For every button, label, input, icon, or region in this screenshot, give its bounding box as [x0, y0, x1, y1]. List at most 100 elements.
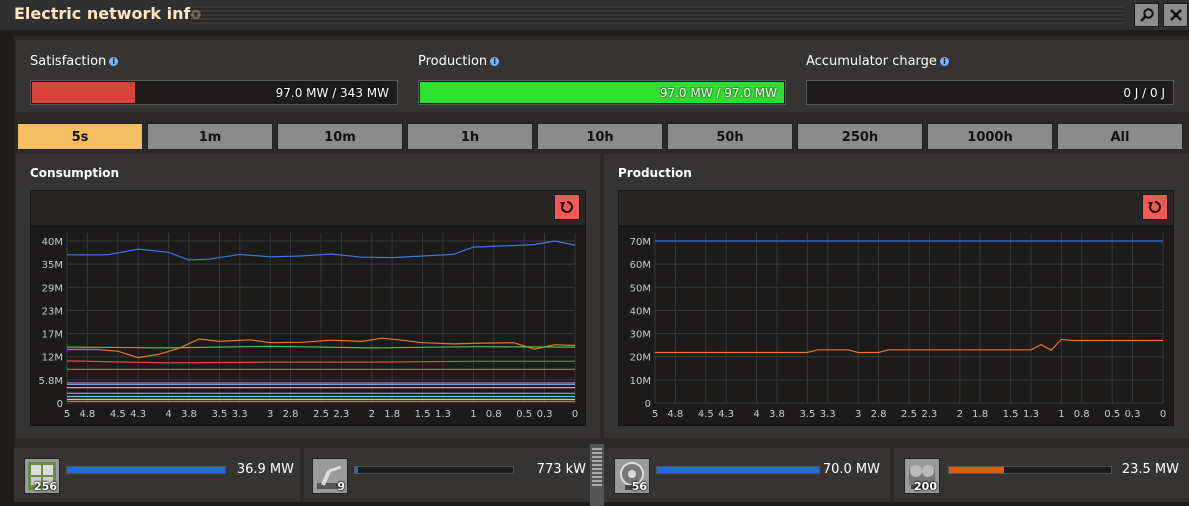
consumption-chart: 40M 35M 29M 23M 17M 12M 5.8M 0 5 4.8 4.5 4.3 4 3.8 3.5… [30, 226, 586, 426]
tab-50h[interactable]: 50h [667, 123, 793, 150]
info-icon[interactable]: i [490, 57, 500, 66]
x-tick-label: 5 [652, 409, 658, 420]
x-tick-label: 2.5 [901, 409, 917, 420]
entity-power-bar-fill [355, 467, 359, 473]
producer-row[interactable]: 56 70.0 MW [604, 448, 890, 502]
satisfaction-bar: 97.0 MW / 343 MW [30, 80, 398, 105]
entity-count: 200 [914, 480, 937, 493]
entity-power-bar [354, 466, 514, 474]
x-tick-label: 5 [64, 409, 70, 420]
x-tick-label: 1.5 [1003, 409, 1019, 420]
steam-turbine-icon: 56 [614, 458, 650, 494]
entity-count: 256 [34, 480, 57, 493]
window-title: Electric network info [14, 4, 202, 23]
y-tick-label: 23M [42, 306, 63, 317]
x-tick-label: 1 [470, 409, 476, 420]
x-tick-label: 2.3 [921, 409, 937, 420]
producer-row[interactable]: 200 23.5 MW [894, 448, 1189, 502]
info-icon[interactable]: i [939, 57, 949, 66]
x-tick-label: 2.8 [283, 409, 299, 420]
entity-power-bar [656, 466, 820, 474]
entity-power-bar [66, 466, 226, 474]
satisfaction-box: Satisfaction i 97.0 MW / 343 MW [16, 40, 406, 112]
x-tick-label: 0.8 [486, 409, 502, 420]
y-tick-label: 10M [630, 376, 651, 387]
x-tick-label: 3 [267, 409, 273, 420]
x-tick-label: 2 [957, 409, 963, 420]
tab-5s[interactable]: 5s [17, 123, 143, 150]
x-tick-label: 0.5 [516, 409, 532, 420]
y-tick-label: 30M [630, 330, 651, 341]
electric-furnace-icon: 256 [24, 458, 60, 494]
x-tick-label: 1.3 [1023, 409, 1039, 420]
x-tick-label: 3.3 [820, 409, 836, 420]
search-button[interactable] [1134, 3, 1159, 27]
production-value: 97.0 MW / 97.0 MW [659, 86, 777, 100]
x-tick-label: 3 [855, 409, 861, 420]
satisfaction-label: Satisfaction [30, 54, 107, 69]
entity-count: 9 [337, 480, 345, 493]
tab-10m[interactable]: 10m [277, 123, 403, 150]
x-tick-label: 0 [572, 409, 578, 420]
production-chart-header [618, 190, 1174, 226]
info-icon[interactable]: i [109, 57, 119, 66]
x-tick-label: 0.3 [537, 409, 553, 420]
accumulator-value: 0 J / 0 J [1123, 86, 1165, 100]
consumption-panel: Consumption 40M 35M 29M 23M 17M 12M 5.8M 0 5 4.8 4… [16, 154, 600, 438]
x-tick-label: 1.3 [435, 409, 451, 420]
consumption-reset-button[interactable] [554, 194, 580, 220]
x-tick-label: 1.8 [384, 409, 400, 420]
accumulator-box: Accumulator charge i 0 J / 0 J [792, 40, 1189, 112]
accumulator-label: Accumulator charge [806, 54, 937, 69]
x-tick-label: 4.5 [698, 409, 714, 420]
y-tick-label: 29M [42, 283, 63, 294]
tab-1000h[interactable]: 1000h [927, 123, 1053, 150]
close-button[interactable] [1163, 3, 1188, 27]
x-tick-label: 4.3 [718, 409, 734, 420]
x-tick-label: 1.5 [415, 409, 431, 420]
scrollbar-thumb[interactable] [592, 448, 602, 488]
x-tick-label: 2.5 [313, 409, 329, 420]
reset-icon [1148, 201, 1161, 213]
x-tick-label: 3.5 [799, 409, 815, 420]
y-tick-label: 20M [630, 353, 651, 364]
series-line [66, 345, 576, 349]
tab-1m[interactable]: 1m [147, 123, 273, 150]
x-tick-label: 0.5 [1104, 409, 1120, 420]
y-tick-label: 35M [42, 260, 63, 271]
tab-10h[interactable]: 10h [537, 123, 663, 150]
consumption-chart-svg: 40M35M29M23M17M12M5.8M05 4.8 4.5 4.3 4 3.8 3.5… [38, 233, 578, 420]
search-icon [1139, 8, 1154, 22]
satisfaction-bar-fill [32, 82, 135, 103]
list-scrollbar[interactable] [590, 444, 604, 506]
x-tick-label: 4.8 [79, 409, 95, 420]
production-chart-svg: 70M60M50M40M30M20M10M05 4.8 4.5 4.3 4 3.8 3.5 3… [630, 233, 1166, 420]
y-tick-label: 12M [42, 353, 63, 364]
x-tick-label: 2 [369, 409, 375, 420]
satisfaction-value: 97.0 MW / 343 MW [275, 86, 389, 100]
tab-250h[interactable]: 250h [797, 123, 923, 150]
y-tick-label: 17M [42, 330, 63, 341]
x-tick-label: 2.8 [871, 409, 887, 420]
title-bar: Electric network info [0, 0, 1189, 30]
drag-handle[interactable] [190, 6, 1123, 24]
tab-all[interactable]: All [1057, 123, 1183, 150]
entity-power-value: 773 kW [536, 462, 586, 477]
x-tick-label: 0.3 [1125, 409, 1141, 420]
entity-power-bar-fill [67, 467, 225, 473]
x-tick-label: 4.3 [130, 409, 146, 420]
consumer-row[interactable]: 9 773 kW [304, 448, 600, 502]
y-tick-label: 0 [645, 399, 651, 410]
production-chart-title: Production [618, 166, 692, 180]
production-label: Production [418, 54, 488, 69]
x-tick-label: 0 [1160, 409, 1166, 420]
x-tick-label: 3.3 [232, 409, 248, 420]
inserter-icon: 9 [312, 458, 348, 494]
x-tick-label: 3.8 [769, 409, 785, 420]
reset-icon [560, 201, 573, 213]
tab-1h[interactable]: 1h [407, 123, 533, 150]
production-box: Production i 97.0 MW / 97.0 MW [404, 40, 792, 112]
x-tick-label: 4.5 [110, 409, 126, 420]
consumer-row[interactable]: 256 36.9 MW [14, 448, 300, 502]
production-reset-button[interactable] [1142, 194, 1168, 220]
